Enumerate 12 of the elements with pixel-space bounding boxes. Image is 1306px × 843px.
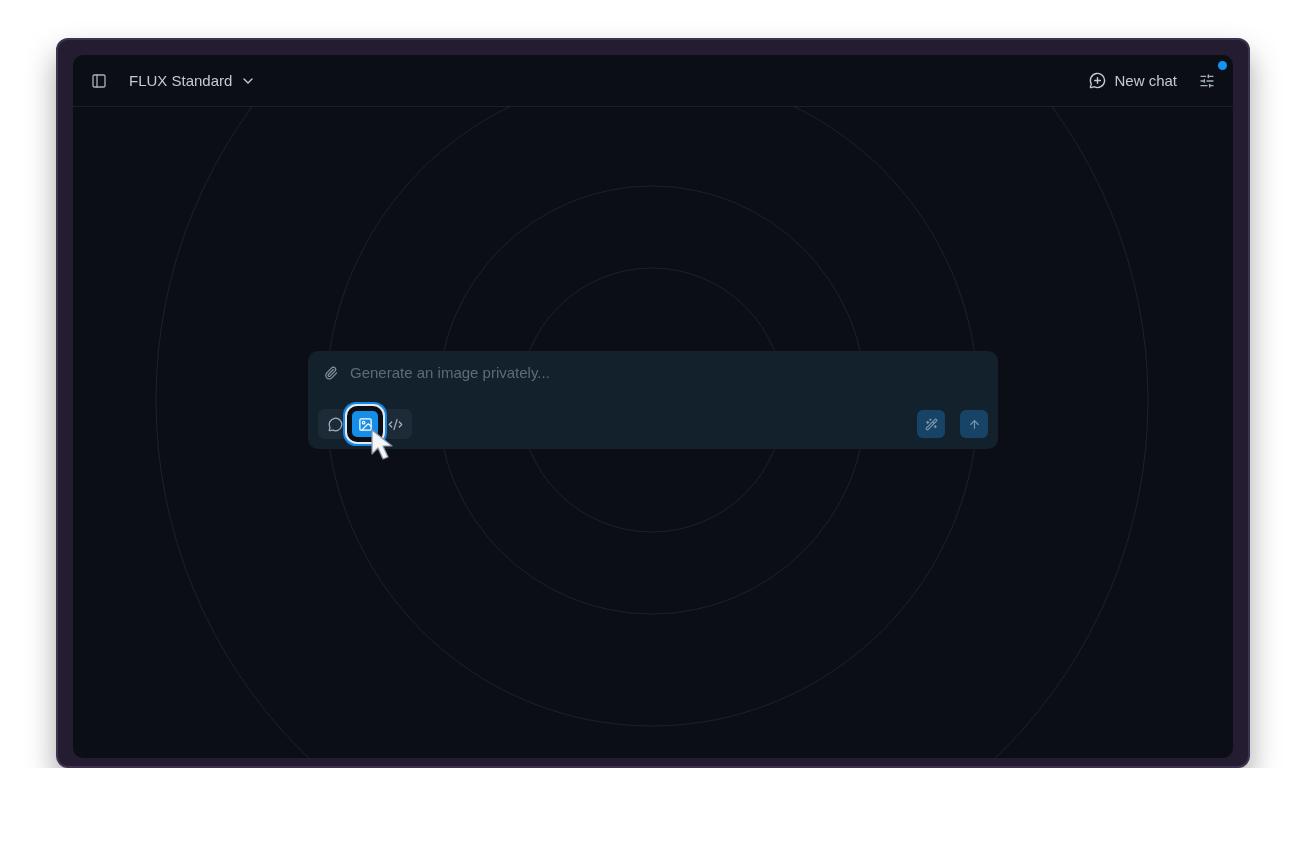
enhance-prompt-button[interactable]	[917, 410, 945, 438]
code-icon	[387, 416, 403, 432]
send-button[interactable]	[960, 410, 988, 438]
magic-wand-icon	[924, 417, 938, 431]
prompt-input-field[interactable]: Generate an image privately...	[348, 363, 988, 382]
arrow-up-icon	[967, 417, 981, 431]
model-selector[interactable]: FLUX Standard	[125, 70, 261, 91]
image-icon	[357, 416, 373, 432]
speech-bubble-icon	[327, 416, 343, 432]
new-chat-button[interactable]: New chat	[1085, 70, 1181, 91]
chat-plus-icon	[1089, 72, 1107, 89]
paperclip-icon[interactable]	[324, 365, 338, 380]
